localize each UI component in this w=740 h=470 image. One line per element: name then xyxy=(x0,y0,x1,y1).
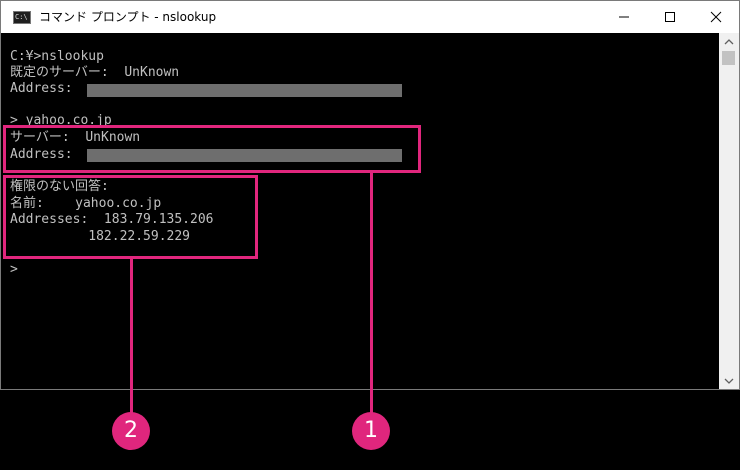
close-icon xyxy=(710,11,722,23)
vertical-scrollbar[interactable] xyxy=(719,33,739,389)
minimize-button[interactable] xyxy=(601,1,647,33)
command-prompt-icon: C:\ xyxy=(13,11,31,24)
close-button[interactable] xyxy=(693,1,739,33)
highlight-box-1 xyxy=(3,125,421,173)
console-line: Address: xyxy=(10,81,73,96)
annotation-marker-1: 1 xyxy=(352,412,390,450)
leader-line-2 xyxy=(130,258,133,416)
triangle-up-icon xyxy=(724,38,734,44)
redacted-address xyxy=(87,84,402,97)
triangle-down-icon xyxy=(724,378,734,384)
window-title: コマンド プロンプト - nslookup xyxy=(39,10,217,24)
leader-line-1 xyxy=(370,172,373,416)
scroll-up-button[interactable] xyxy=(719,33,739,50)
maximize-button[interactable] xyxy=(647,1,693,33)
minimize-icon xyxy=(619,16,629,18)
console-line: C:¥>nslookup xyxy=(10,49,104,64)
highlight-box-2 xyxy=(3,175,258,259)
scroll-thumb[interactable] xyxy=(722,51,735,65)
title-bar[interactable]: C:\ コマンド プロンプト - nslookup xyxy=(1,1,739,33)
scroll-down-button[interactable] xyxy=(719,372,739,389)
maximize-icon xyxy=(665,12,675,22)
console-prompt: > xyxy=(10,262,18,277)
console-line: 既定のサーバー: UnKnown xyxy=(10,65,180,80)
annotation-marker-2: 2 xyxy=(112,412,150,450)
